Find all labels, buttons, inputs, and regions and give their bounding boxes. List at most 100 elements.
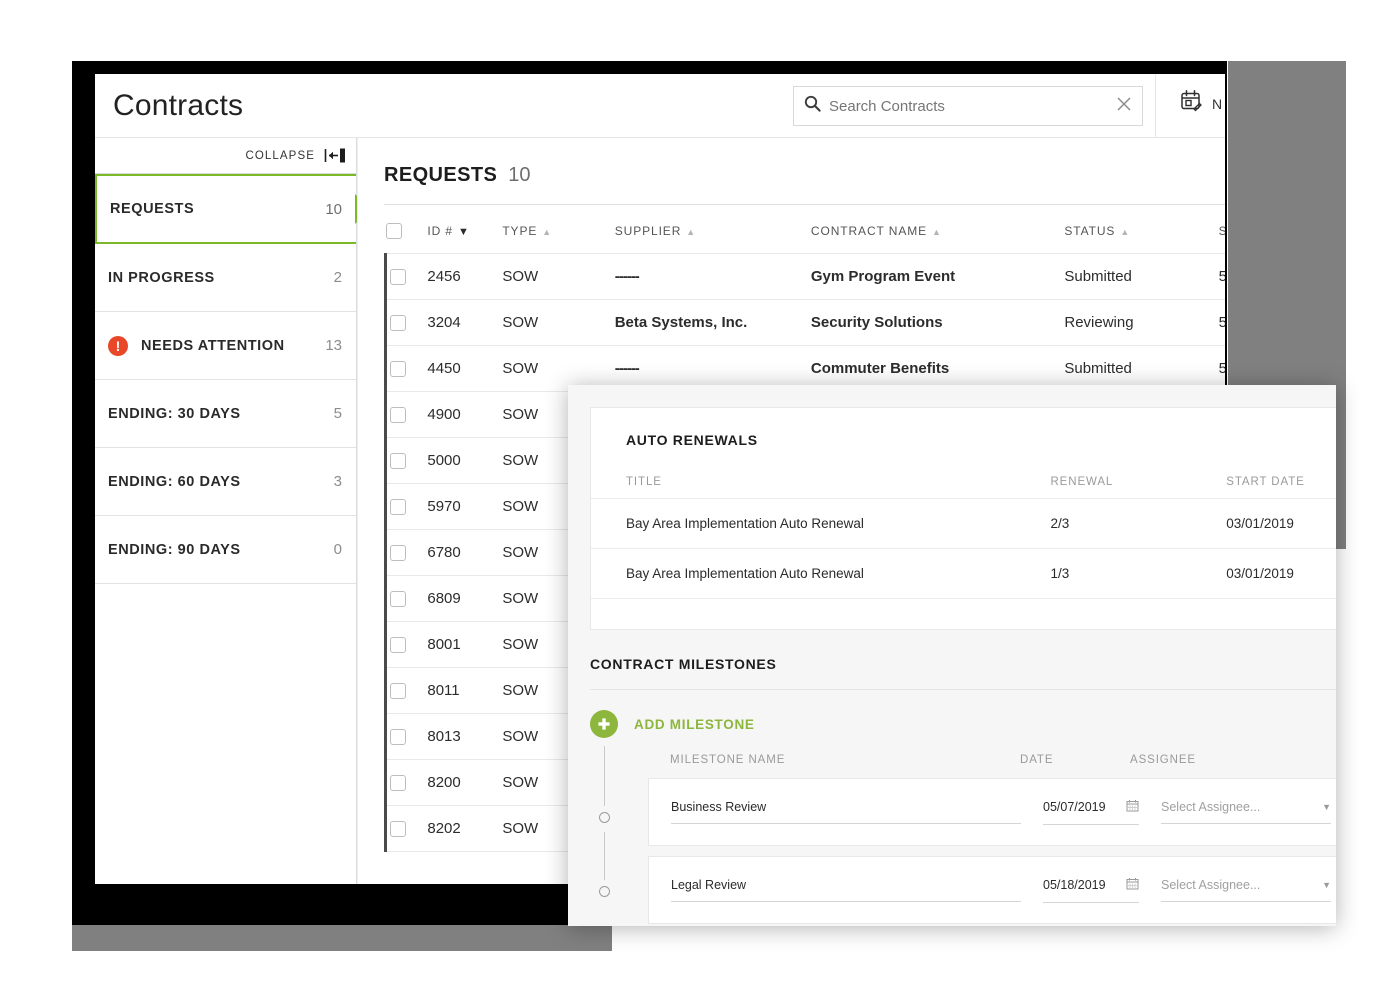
contract-detail-overlay: AUTO RENEWALS TITLE RENEWAL START DATE Bay… — [568, 385, 1336, 926]
row-select-cell[interactable] — [384, 299, 428, 347]
cell-contract-name: Security Solutions — [810, 299, 1065, 347]
milestone-name-input[interactable]: Legal Review — [671, 878, 1021, 902]
plus-icon[interactable] — [590, 710, 618, 738]
timeline-node — [599, 886, 610, 897]
select-all-header[interactable] — [385, 205, 428, 254]
column-header[interactable]: STATUS ▲ — [1064, 205, 1218, 254]
auto-renewals-header-row: TITLE RENEWAL START DATE — [591, 466, 1336, 499]
sidebar-item-needs-attention[interactable]: ! NEEDS ATTENTION 13 — [95, 312, 356, 380]
column-header[interactable]: CONTRACT NAME ▲ — [811, 205, 1064, 254]
column-header[interactable]: TYPE ▲ — [502, 205, 614, 254]
renewal-count: 2/3 — [1050, 498, 1227, 549]
row-checkbox[interactable] — [390, 729, 406, 746]
select-all-checkbox[interactable] — [385, 223, 402, 239]
auto-renewals-table: TITLE RENEWAL START DATE Bay Area Implemen… — [591, 466, 1336, 599]
row-checkbox[interactable] — [390, 683, 406, 700]
renewal-start-date: 03/01/2019 — [1226, 548, 1336, 599]
notes-button[interactable]: N — [1178, 88, 1223, 119]
timeline-node — [599, 812, 610, 823]
row-select-cell[interactable] — [384, 621, 428, 669]
renewal-row[interactable]: Bay Area Implementation Auto Renewal 1/3 0… — [591, 548, 1336, 599]
add-milestone-button[interactable]: ADD MILESTONE — [568, 690, 1336, 738]
sidebar-item-ending-60-days[interactable]: ENDING: 60 DAYS 3 — [95, 448, 356, 516]
milestones-table: MILESTONE NAME DATE ASSIGNEE Business Re… — [648, 738, 1336, 924]
row-checkbox[interactable] — [390, 453, 406, 470]
milestone-timeline — [599, 746, 610, 926]
row-select-cell[interactable] — [384, 391, 428, 439]
column-header[interactable]: SUPPLIER ▲ — [615, 205, 811, 254]
row-checkbox[interactable] — [390, 591, 406, 608]
sidebar-item-ending-30-days[interactable]: ENDING: 30 DAYS 5 — [95, 380, 356, 448]
calendar-icon-svg — [1126, 800, 1139, 812]
row-checkbox[interactable] — [390, 407, 406, 424]
row-checkbox[interactable] — [390, 499, 406, 516]
app-header: Contracts Search Contracts N — [95, 74, 1225, 138]
row-select-cell[interactable] — [384, 345, 428, 393]
cell-supplier: Beta Systems, Inc. — [614, 299, 811, 347]
row-select-cell[interactable] — [384, 483, 428, 531]
cell-submitted: 5/20/2018 — [1218, 299, 1225, 347]
row-select-cell[interactable] — [384, 667, 428, 715]
row-checkbox[interactable] — [390, 821, 406, 838]
cell-submitted: 5/21/2018 | — [1218, 252, 1225, 301]
calendar-icon[interactable] — [1126, 799, 1139, 815]
sort-caret-desc[interactable]: ▼ — [458, 226, 470, 238]
row-checkbox[interactable] — [390, 269, 406, 286]
cell-contract-name: Gym Program Event — [810, 252, 1065, 301]
row-checkbox[interactable] — [390, 637, 406, 654]
row-checkbox[interactable] — [390, 361, 406, 378]
column-header[interactable]: SUBMITTED — [1219, 205, 1225, 254]
milestone-date-input[interactable]: 05/07/2019 — [1043, 799, 1139, 825]
chevron-down-icon[interactable]: ▼ — [1322, 802, 1331, 812]
milestone-assignee-select[interactable]: Select Assignee... ▼ — [1161, 800, 1331, 824]
sidebar-item-count: 2 — [333, 269, 342, 286]
milestone-assignee-value: Select Assignee... — [1161, 800, 1261, 814]
sort-caret-asc[interactable]: ▲ — [1120, 227, 1130, 237]
row-select-cell[interactable] — [384, 437, 428, 485]
chevron-down-icon[interactable]: ▼ — [1322, 880, 1331, 890]
row-checkbox[interactable] — [390, 775, 406, 792]
milestone-rows: Business Review 05/07/2019 Select Assignee… — [648, 778, 1336, 924]
cell-status: Reviewing — [1064, 299, 1219, 347]
sort-caret-asc[interactable]: ▲ — [932, 227, 942, 237]
sort-caret-asc[interactable]: ▲ — [686, 227, 696, 237]
milestone-row[interactable]: Business Review 05/07/2019 Select Assignee… — [648, 778, 1336, 846]
row-select-cell[interactable] — [384, 575, 428, 623]
search-input[interactable] — [829, 97, 1116, 115]
row-select-cell[interactable] — [384, 713, 428, 761]
milestone-assignee-select[interactable]: Select Assignee... ▼ — [1161, 878, 1331, 902]
row-select-cell[interactable] — [384, 759, 428, 807]
table-row[interactable]: 2456SOW------Gym Program EventSubmitted5… — [384, 252, 1225, 301]
milestone-row[interactable]: Legal Review 05/18/2019 Select Assignee...… — [648, 856, 1336, 924]
calendar-icon[interactable] — [1126, 877, 1139, 893]
page-title: Contracts — [113, 88, 244, 122]
row-select-cell[interactable] — [384, 529, 428, 577]
column-header[interactable]: ID # ▼ — [427, 205, 502, 254]
milestone-name-input[interactable]: Business Review — [671, 800, 1021, 824]
sidebar-item-requests[interactable]: REQUESTS 10 — [95, 174, 370, 244]
row-select-cell[interactable] — [384, 805, 428, 853]
renewal-row[interactable]: Bay Area Implementation Auto Renewal 2/3 0… — [591, 498, 1336, 549]
screenshot-stage: Contracts Search Contracts N COLLAPSE RE… — [0, 0, 1400, 1000]
sidebar-item-ending-90-days[interactable]: ENDING: 90 DAYS 0 — [95, 516, 356, 584]
row-select-cell[interactable] — [384, 252, 428, 301]
row-checkbox[interactable] — [390, 315, 406, 332]
milestone-date-value: 05/18/2019 — [1043, 878, 1106, 892]
column-header-label: STATUS — [1064, 224, 1116, 238]
renewal-title: Bay Area Implementation Auto Renewal — [591, 548, 1051, 599]
sidebar-item-label: ENDING: 60 DAYS — [108, 473, 241, 490]
auto-renewals-title: AUTO RENEWALS — [626, 432, 758, 448]
sidebar-item-in-progress[interactable]: IN PROGRESS 2 — [95, 244, 356, 312]
collapse-label: COLLAPSE — [245, 149, 315, 162]
collapse-panel-icon[interactable] — [324, 148, 346, 163]
close-icon[interactable] — [1116, 96, 1132, 117]
collapse-control[interactable]: COLLAPSE — [95, 138, 356, 174]
row-checkbox[interactable] — [390, 545, 406, 562]
auto-renewals-footer-space — [591, 599, 1336, 629]
milestone-date-input[interactable]: 05/18/2019 — [1043, 877, 1139, 903]
milestone-col-assignee: ASSIGNEE — [1130, 754, 1196, 766]
sort-caret-asc[interactable]: ▲ — [542, 227, 552, 237]
sidebar-item-label: ENDING: 90 DAYS — [108, 541, 241, 558]
table-row[interactable]: 3204 SOW Beta Systems, Inc. Security Soluti… — [384, 299, 1225, 347]
search-box[interactable] — [793, 86, 1143, 126]
